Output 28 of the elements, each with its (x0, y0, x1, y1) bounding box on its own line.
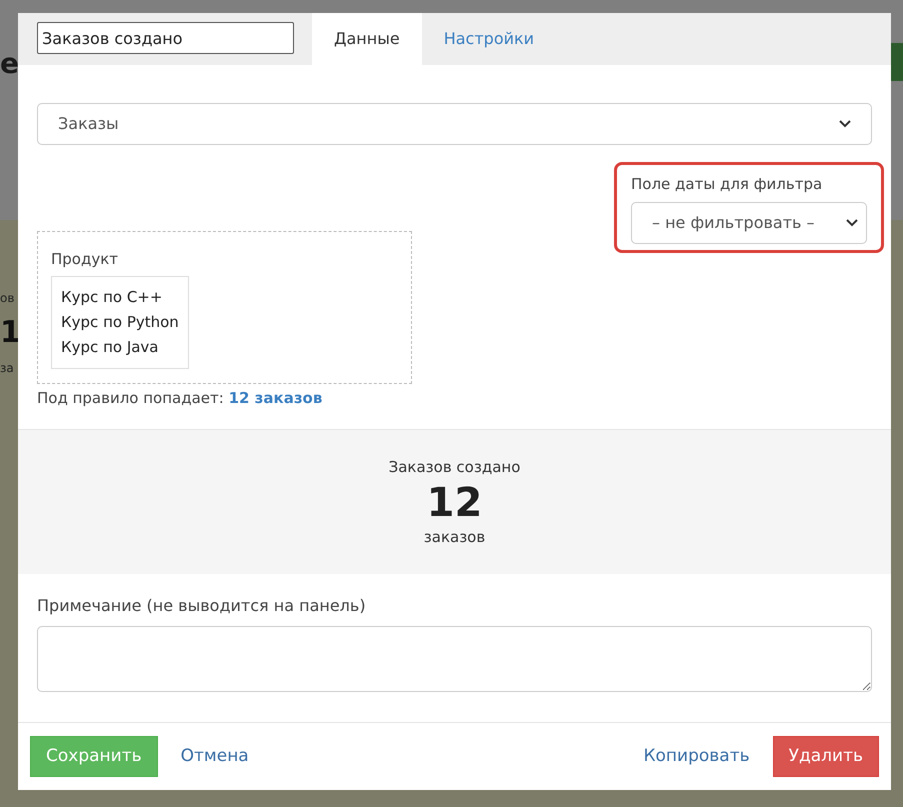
field-label: Поле даты для фильтра (631, 174, 824, 195)
name-input[interactable]: Заказов создано (37, 22, 294, 54)
page-text: за (0, 362, 14, 374)
list-option[interactable]: Курс по Java (61, 335, 179, 360)
product-listbox[interactable]: Курс по C++ Курс по Python Курс по Java (51, 276, 189, 369)
match-count-link[interactable]: 12 заказов (228, 388, 322, 406)
page-button[interactable] (891, 43, 903, 81)
list-option[interactable]: Курс по Python (61, 310, 179, 335)
link-button[interactable]: Копировать (642, 744, 751, 770)
page-text: 1 (0, 318, 21, 348)
note-label: Примечание (не выводится на панель) (37, 595, 367, 617)
match-count-text: Под правило попадает: 12 заказов (37, 388, 324, 408)
list-option[interactable]: Курс по C++ (61, 285, 179, 310)
preview-value: 12 (426, 479, 482, 528)
select-field[interactable]: Заказы (37, 103, 872, 145)
chevron-down-icon (846, 218, 858, 226)
page-text: е (0, 50, 19, 78)
chevron-down-icon (839, 120, 851, 128)
delete-button[interactable]: Удалить (772, 736, 879, 777)
note-textarea[interactable] (37, 626, 872, 692)
link-button[interactable]: Отмена (180, 744, 250, 770)
tab[interactable]: Данные (312, 13, 422, 65)
tab[interactable]: Настройки (422, 13, 556, 65)
date-select[interactable]: – не фильтровать – (631, 202, 867, 244)
filter-label: Продукт (51, 248, 120, 270)
preview-title: Заказов создано (388, 457, 520, 478)
preview-unit: заказов (424, 528, 486, 546)
page-text: ов (0, 292, 14, 304)
